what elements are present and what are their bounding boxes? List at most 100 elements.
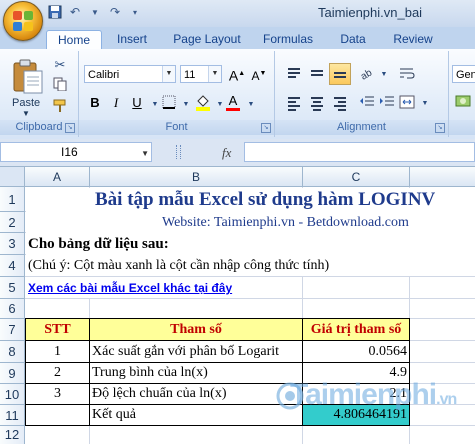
underline-button[interactable]: U [127,93,147,113]
align-left-icon [288,97,300,113]
row3-stt: 3 [54,386,61,401]
qat-dropdown-icon[interactable]: ▼ [87,4,103,20]
tab-insert[interactable]: Insert [106,30,158,49]
format-painter-icon[interactable] [52,99,68,115]
formula-input[interactable] [244,142,475,162]
number-format-value: Gen [456,69,475,81]
name-box-dropdown-icon[interactable]: ▼ [141,145,149,163]
row-header-12[interactable]: 12 [0,426,25,444]
save-icon[interactable] [47,4,63,20]
paste-dropdown-icon[interactable]: ▼ [22,109,30,118]
row-header-6[interactable]: 6 [0,299,25,319]
middle-align-button[interactable] [306,63,328,85]
redo-icon[interactable]: ↷ [107,4,123,20]
font-color-letter: A [228,93,238,108]
select-all-corner[interactable] [0,167,25,187]
row-header-10[interactable]: 10 [0,384,25,405]
wrap-text-icon[interactable] [399,65,415,81]
alignment-launcher-icon[interactable]: ↘ [435,123,445,133]
row-header-9[interactable]: 9 [0,363,25,384]
paste-icon[interactable] [12,59,44,95]
row-header-2[interactable]: 2 [0,212,25,233]
bold-button[interactable]: B [85,93,105,113]
tab-home[interactable]: Home [46,30,102,50]
qat-more-icon[interactable]: ▾ [127,4,143,20]
currency-format-icon[interactable] [455,93,471,109]
row1-stt: 1 [54,344,61,359]
grow-font-label: A [228,67,239,84]
row-header-8[interactable]: 8 [0,341,25,363]
office-button[interactable] [3,1,43,41]
column-header-b[interactable]: B [90,167,303,187]
font-color-button[interactable]: A [223,91,243,111]
orientation-icon[interactable]: ab [359,65,375,82]
clipboard-launcher-icon[interactable]: ↘ [65,123,75,133]
top-align-button[interactable] [283,63,305,85]
prompt-text: Cho bảng dữ liệu sau: [28,236,169,252]
copy-icon[interactable] [52,77,68,93]
tab-page-layout[interactable]: Page Layout [170,30,244,49]
ribbon-tabs: Home Insert Page Layout Formulas Data Re… [0,27,475,50]
merge-dropdown-icon[interactable]: ▼ [417,96,433,112]
row-header-4[interactable]: 4 [0,255,25,277]
row-header-5[interactable]: 5 [0,277,25,299]
row-header-3[interactable]: 3 [0,233,25,255]
header-value: Giá trị tham số [310,322,402,337]
fill-color-icon[interactable] [195,93,211,111]
header-stt: STT [44,322,71,337]
tab-formulas[interactable]: Formulas [256,30,320,49]
font-name-combo[interactable]: Calibri ▼ [84,65,176,83]
column-header-a[interactable]: A [25,167,90,187]
align-right-button[interactable] [329,92,351,114]
borders-icon[interactable] [161,95,177,111]
undo-icon[interactable]: ↶ [67,4,83,20]
italic-button[interactable]: I [106,93,126,113]
name-box-value: I16 [61,145,78,159]
font-size-dropdown-icon[interactable]: ▼ [208,66,221,82]
borders-dropdown-icon[interactable]: ▼ [178,97,194,113]
font-size-value: 11 [184,69,196,81]
tab-data[interactable]: Data [333,30,373,49]
clipboard-group: Paste ▼ ✂ Clipboard ↘ [0,51,79,137]
row-header-11[interactable]: 11 [0,405,25,426]
tab-review[interactable]: Review [384,30,442,49]
more-examples-link[interactable]: Xem các bài mẫu Excel khác tại đây [28,277,232,299]
title-bar: ↶ ▼ ↷ ▾ Taimienphi.vn_bai [0,0,475,27]
website-text: Website: Taimienphi.vn - Betdownload.com [162,215,409,230]
font-name-value: Calibri [88,69,120,81]
shrink-font-button[interactable]: A▼ [249,64,269,84]
row1-param: Xác suất gắn với phân bố Logarit [92,344,280,359]
quick-access-toolbar: ↶ ▼ ↷ ▾ [47,4,143,20]
formula-bar: I16 ▼ fx [0,139,475,167]
align-center-button[interactable] [306,92,328,114]
align-right-icon [334,97,346,113]
font-size-combo[interactable]: 11 ▼ [180,65,222,83]
column-header-d[interactable] [410,167,475,187]
column-header-c[interactable]: C [303,167,410,187]
row3-param: Độ lệch chuẩn của ln(x) [92,386,227,401]
bottom-align-button[interactable] [329,63,351,85]
orientation-dropdown-icon[interactable]: ▼ [376,67,392,83]
number-format-combo[interactable]: Gen [452,65,475,83]
row-header-1[interactable]: 1 [0,187,25,212]
grow-font-button[interactable]: A▲ [227,64,247,84]
ribbon: Paste ▼ ✂ Clipboard ↘ Calibri ▼ 11 ▼ A▲ … [0,49,475,140]
name-box[interactable]: I16 ▼ [0,142,152,162]
align-center-icon [311,97,323,113]
number-group: Gen [449,51,475,137]
align-left-button[interactable] [283,92,305,114]
merge-center-icon[interactable] [399,94,415,110]
row-header-7[interactable]: 7 [0,319,25,341]
result-label: Kết quả [92,407,136,422]
cut-icon[interactable]: ✂ [52,57,68,73]
font-group: Calibri ▼ 11 ▼ A▲ A▼ B I U ▼ ▼ ▼ A ▼ Fon… [79,51,275,137]
insert-function-icon[interactable]: fx [222,145,231,161]
paste-button[interactable]: Paste [12,97,40,109]
decrease-indent-icon[interactable] [359,94,375,110]
formula-bar-splitter[interactable] [176,145,181,159]
fx-label: fx [222,145,232,160]
font-color-dropdown-icon[interactable]: ▼ [243,97,259,113]
font-launcher-icon[interactable]: ↘ [261,123,271,133]
increase-indent-icon[interactable] [379,94,395,110]
font-name-dropdown-icon[interactable]: ▼ [162,66,175,82]
